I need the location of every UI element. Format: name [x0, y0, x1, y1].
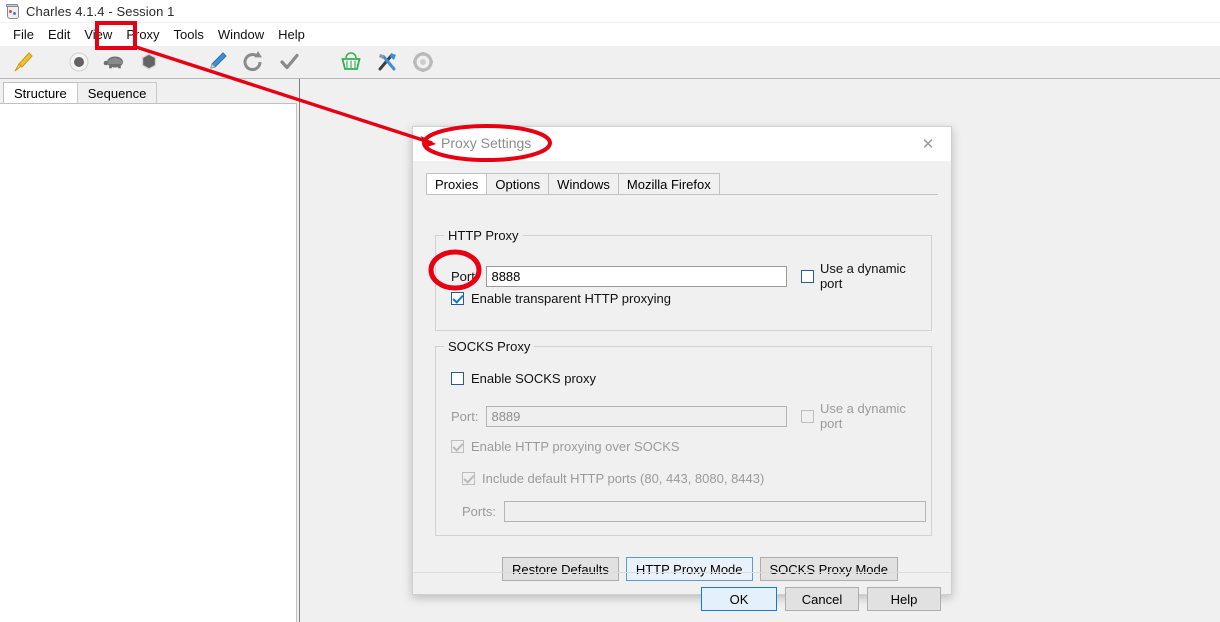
menubar: File Edit View Proxy Tools Window Help	[0, 23, 1220, 46]
proxy-mode-buttons: Restore Defaults HTTP Proxy Mode SOCKS P…	[502, 557, 899, 581]
validate-check-icon[interactable]	[274, 47, 304, 77]
socks-dynamic-port-checkbox[interactable]	[800, 409, 814, 423]
socks-enable-label: Enable SOCKS proxy	[471, 371, 597, 386]
http-over-socks-checkbox[interactable]	[451, 440, 464, 453]
http-proxy-group-title: HTTP Proxy	[444, 228, 523, 243]
window-title: Charles 4.1.4 - Session 1	[26, 3, 175, 19]
menu-item-tools[interactable]: Tools	[167, 25, 211, 45]
dialog-body: Proxies Options Windows Mozilla Firefox …	[413, 161, 951, 611]
tab-proxies[interactable]: Proxies	[426, 173, 488, 195]
compose-pen-icon[interactable]	[202, 47, 232, 77]
transparent-proxy-row: Enable transparent HTTP proxying	[451, 291, 671, 306]
charles-main-window: Charles 4.1.4 - Session 1 File Edit View…	[0, 0, 1220, 622]
dialog-action-buttons: OK Cancel Help	[701, 587, 941, 611]
socks-dynamic-port-label: Use a dynamic port	[819, 401, 906, 431]
include-default-ports-row: Include default HTTP ports (80, 443, 808…	[462, 471, 764, 486]
menu-item-window[interactable]: Window	[211, 25, 271, 45]
refresh-icon[interactable]	[238, 47, 268, 77]
broom-icon[interactable]	[8, 47, 38, 77]
menu-item-edit[interactable]: Edit	[41, 25, 77, 45]
tools-icon[interactable]	[372, 47, 402, 77]
window-titlebar: Charles 4.1.4 - Session 1	[0, 0, 1220, 22]
dialog-titlebar: Proxy Settings ✕	[413, 127, 951, 161]
socks-enable-checkbox[interactable]	[451, 372, 464, 385]
repeat-basket-icon[interactable]	[336, 47, 366, 77]
socks-port-row: Port: Use a dynamic port	[451, 401, 931, 431]
tab-windows[interactable]: Windows	[548, 173, 619, 195]
close-icon[interactable]: ✕	[915, 133, 941, 155]
http-dynamic-port-label: Use a dynamic port	[819, 261, 906, 291]
http-proxy-group: HTTP Proxy Port: Use a dynamic port Enab…	[435, 228, 932, 331]
restore-defaults-button[interactable]: Restore Defaults	[502, 557, 619, 581]
socks-ports-input[interactable]	[503, 501, 926, 522]
http-port-row: Port: Use a dynamic port	[451, 261, 931, 291]
http-port-label: Port:	[451, 268, 479, 284]
throttle-turtle-icon[interactable]	[100, 47, 130, 77]
ok-button[interactable]: OK	[701, 587, 777, 611]
tab-sequence[interactable]: Sequence	[76, 82, 158, 104]
stop-hexagon-icon[interactable]	[134, 47, 164, 77]
dialog-title: Proxy Settings	[441, 135, 532, 151]
socks-port-input[interactable]	[486, 405, 787, 427]
http-proxy-mode-button[interactable]: HTTP Proxy Mode	[625, 557, 753, 581]
http-port-input[interactable]	[486, 265, 787, 287]
socks-proxy-mode-button[interactable]: SOCKS Proxy Mode	[759, 557, 899, 581]
cancel-button[interactable]: Cancel	[785, 587, 859, 611]
http-over-socks-label: Enable HTTP proxying over SOCKS	[471, 439, 680, 454]
socks-proxy-group-title: SOCKS Proxy	[444, 339, 535, 354]
dialog-footer-divider	[413, 572, 951, 573]
menu-item-proxy[interactable]: Proxy	[119, 25, 166, 45]
main-toolbar	[0, 46, 1220, 79]
include-default-ports-checkbox[interactable]	[462, 472, 475, 485]
session-tree-pane[interactable]	[0, 103, 297, 622]
transparent-proxy-label: Enable transparent HTTP proxying	[471, 291, 671, 306]
socks-ports-label: Ports:	[462, 504, 496, 519]
session-tabstrip: Structure Sequence	[0, 79, 300, 104]
help-button[interactable]: Help	[867, 587, 941, 611]
menu-item-view[interactable]: View	[77, 25, 119, 45]
charles-app-icon	[4, 3, 20, 19]
socks-ports-row: Ports:	[462, 501, 926, 522]
record-icon[interactable]	[64, 47, 94, 77]
tab-mozilla-firefox[interactable]: Mozilla Firefox	[617, 173, 720, 195]
socks-proxy-group: SOCKS Proxy Enable SOCKS proxy Port: Use…	[435, 339, 932, 536]
tab-options[interactable]: Options	[486, 173, 550, 195]
socks-enable-row: Enable SOCKS proxy	[451, 371, 596, 386]
proxy-settings-dialog: Proxy Settings ✕ Proxies Options Windows…	[412, 126, 952, 611]
socks-port-label: Port:	[451, 408, 479, 424]
menu-item-help[interactable]: Help	[271, 25, 312, 45]
http-dynamic-port-checkbox[interactable]	[800, 269, 814, 283]
settings-gear-icon[interactable]	[408, 47, 438, 77]
dialog-tabstrip: Proxies Options Windows Mozilla Firefox	[426, 173, 720, 195]
transparent-proxy-checkbox[interactable]	[451, 292, 464, 305]
menu-item-file[interactable]: File	[6, 25, 41, 45]
http-over-socks-row: Enable HTTP proxying over SOCKS	[451, 439, 680, 454]
include-default-ports-label: Include default HTTP ports (80, 443, 808…	[482, 471, 765, 486]
tab-structure[interactable]: Structure	[3, 82, 78, 104]
